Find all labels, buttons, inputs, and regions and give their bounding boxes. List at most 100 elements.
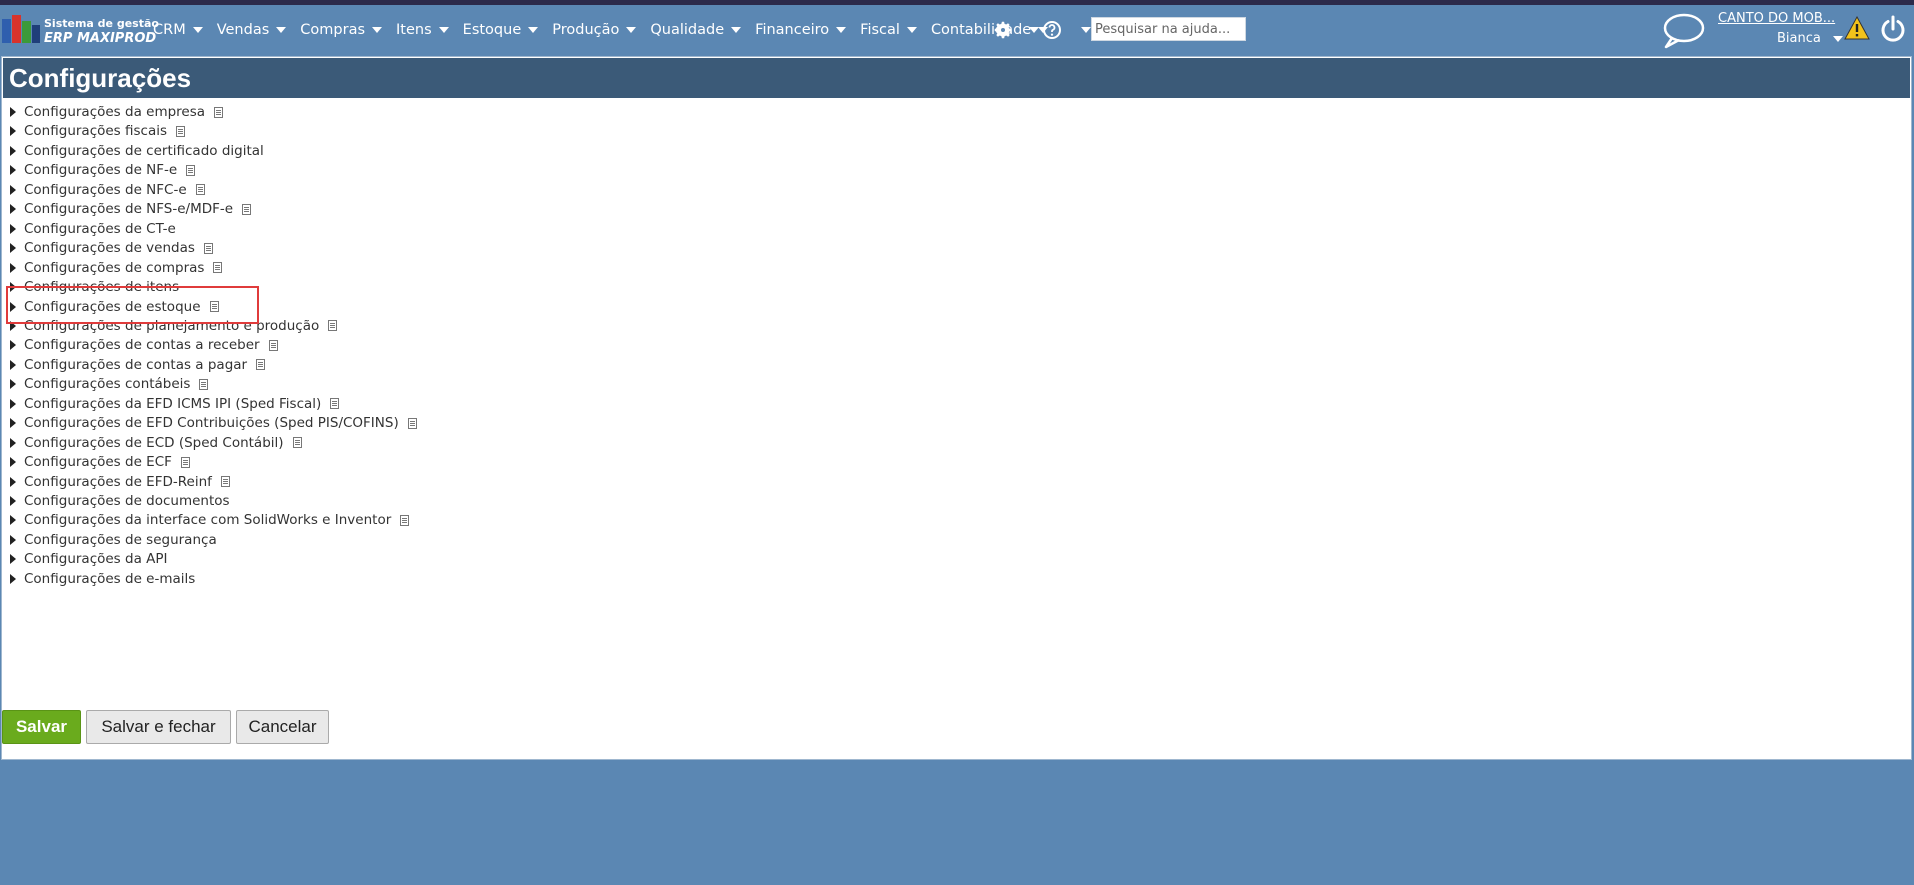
settings-item[interactable]: Configurações de segurança [10, 530, 217, 550]
settings-item-label: Configurações de estoque [24, 298, 201, 315]
menu-item-itens[interactable]: Itens [396, 22, 449, 38]
document-icon[interactable] [209, 301, 219, 312]
document-icon[interactable] [213, 262, 223, 274]
settings-item[interactable]: Configurações da interface com SolidWork… [10, 510, 410, 530]
menu-item-qualidade[interactable]: Qualidade [650, 22, 742, 38]
document-icon[interactable] [400, 514, 410, 526]
settings-item[interactable]: Configurações fiscais [10, 121, 186, 141]
app-logo[interactable]: Sistema de gestão ERP MAXIPROD [2, 13, 159, 49]
user-name[interactable]: Bianca [1777, 31, 1821, 46]
expand-arrow-icon[interactable] [10, 184, 16, 195]
document-icon[interactable] [176, 125, 186, 137]
help-dropdown-caret[interactable] [1081, 27, 1091, 33]
power-icon[interactable] [1879, 15, 1907, 43]
chat-icon[interactable] [1660, 11, 1706, 51]
settings-item[interactable]: Configurações de ECF [10, 452, 190, 472]
expand-arrow-icon[interactable] [10, 554, 16, 565]
settings-item[interactable]: Configurações contábeis [10, 374, 209, 394]
settings-item[interactable]: Configurações de planejamento e produção [10, 316, 338, 336]
settings-item[interactable]: Configurações de vendas [10, 238, 213, 258]
settings-item[interactable]: Configurações de ECD (Sped Contábil) [10, 433, 302, 453]
settings-item[interactable]: Configurações de NFS-e/MDF-e [10, 199, 252, 219]
document-icon[interactable] [292, 437, 302, 449]
expand-arrow-icon[interactable] [10, 398, 16, 409]
expand-arrow-icon[interactable] [10, 457, 16, 468]
expand-arrow-icon[interactable] [10, 379, 16, 390]
save-and-close-button[interactable]: Salvar e fechar [86, 710, 231, 744]
expand-arrow-icon[interactable] [10, 204, 16, 215]
settings-item[interactable]: Configurações de EFD-Reinf [10, 472, 230, 492]
settings-item[interactable]: Configurações de contas a receber [10, 335, 278, 355]
expand-arrow-icon[interactable] [10, 573, 16, 584]
settings-item[interactable]: Configurações de contas a pagar [10, 355, 266, 375]
document-icon[interactable] [214, 106, 224, 118]
expand-arrow-icon[interactable] [10, 223, 16, 234]
expand-arrow-icon[interactable] [10, 126, 16, 137]
expand-arrow-icon[interactable] [10, 243, 16, 254]
document-icon[interactable] [256, 359, 266, 371]
expand-arrow-icon[interactable] [10, 437, 16, 448]
expand-arrow-icon[interactable] [10, 476, 16, 487]
expand-arrow-icon[interactable] [10, 165, 16, 176]
settings-item[interactable]: Configurações de NF-e [10, 160, 196, 180]
settings-item[interactable]: Configurações de EFD Contribuições (Sped… [10, 413, 417, 433]
document-icon[interactable] [199, 378, 209, 390]
expand-arrow-icon[interactable] [10, 301, 16, 312]
menu-item-producao[interactable]: Produção [552, 22, 637, 38]
settings-item[interactable]: Configurações da EFD ICMS IPI (Sped Fisc… [10, 394, 340, 414]
settings-item[interactable]: Configurações de documentos [10, 491, 230, 511]
settings-item[interactable]: Configurações de compras [10, 258, 223, 278]
expand-arrow-icon[interactable] [10, 107, 16, 117]
settings-item[interactable]: Configurações da empresa [10, 102, 224, 122]
menu-item-estoque[interactable]: Estoque [463, 22, 539, 38]
document-icon[interactable] [242, 203, 252, 215]
document-icon[interactable] [203, 242, 213, 254]
save-button[interactable]: Salvar [2, 710, 81, 744]
company-link[interactable]: CANTO DO MOB... [1718, 11, 1835, 26]
document-icon[interactable] [407, 417, 417, 429]
document-icon[interactable] [268, 339, 278, 351]
settings-item[interactable]: Configurações de NFC-e [10, 180, 205, 200]
menu-item-financeiro[interactable]: Financeiro [755, 22, 847, 38]
user-dropdown-caret[interactable] [1833, 36, 1843, 42]
document-icon[interactable] [195, 184, 205, 196]
settings-item-label: Configurações de vendas [24, 240, 195, 257]
expand-arrow-icon[interactable] [10, 320, 16, 331]
document-icon[interactable] [180, 456, 190, 468]
menu-item-vendas[interactable]: Vendas [217, 22, 287, 38]
menu-item-fiscal[interactable]: Fiscal [860, 22, 917, 38]
menu-item-compras[interactable]: Compras [300, 22, 383, 38]
settings-item[interactable]: Configurações da API [10, 549, 168, 569]
warning-icon[interactable] [1844, 15, 1870, 41]
expand-arrow-icon[interactable] [10, 145, 16, 156]
settings-item[interactable]: Configurações de itens [10, 277, 179, 297]
document-icon[interactable] [220, 476, 230, 488]
expand-arrow-icon[interactable] [10, 262, 16, 273]
settings-dropdown-caret[interactable] [1029, 27, 1039, 33]
help-search-input[interactable] [1091, 17, 1246, 41]
settings-item[interactable]: Configurações de CT-e [10, 219, 176, 239]
settings-item-label: Configurações de planejamento e produção [24, 317, 320, 334]
document-icon[interactable] [186, 164, 196, 176]
settings-item-label: Configurações de contas a receber [24, 337, 260, 354]
expand-arrow-icon[interactable] [10, 515, 16, 526]
expand-arrow-icon[interactable] [10, 359, 16, 370]
document-icon[interactable] [330, 398, 340, 410]
document-icon[interactable] [328, 320, 338, 332]
page-title: Configurações [3, 58, 1910, 98]
expand-arrow-icon[interactable] [10, 282, 16, 293]
cancel-button[interactable]: Cancelar [236, 710, 329, 744]
main-menu: CRM Vendas Compras Itens Estoque Produção Qual… [153, 5, 1062, 54]
expand-arrow-icon[interactable] [10, 340, 16, 351]
settings-item[interactable]: Configurações de certificado digital [10, 141, 264, 161]
help-icon[interactable] [1042, 20, 1062, 40]
settings-item-label: Configurações de NF-e [24, 162, 178, 179]
settings-item[interactable]: Configurações de e-mails [10, 569, 195, 589]
expand-arrow-icon[interactable] [10, 496, 16, 506]
expand-arrow-icon[interactable] [10, 534, 16, 545]
menu-item-crm[interactable]: CRM [153, 22, 203, 38]
settings-item[interactable]: Configurações de estoque [10, 297, 219, 317]
expand-arrow-icon[interactable] [10, 418, 16, 429]
settings-item-label: Configurações da empresa [24, 104, 206, 120]
gear-icon[interactable] [992, 19, 1014, 41]
